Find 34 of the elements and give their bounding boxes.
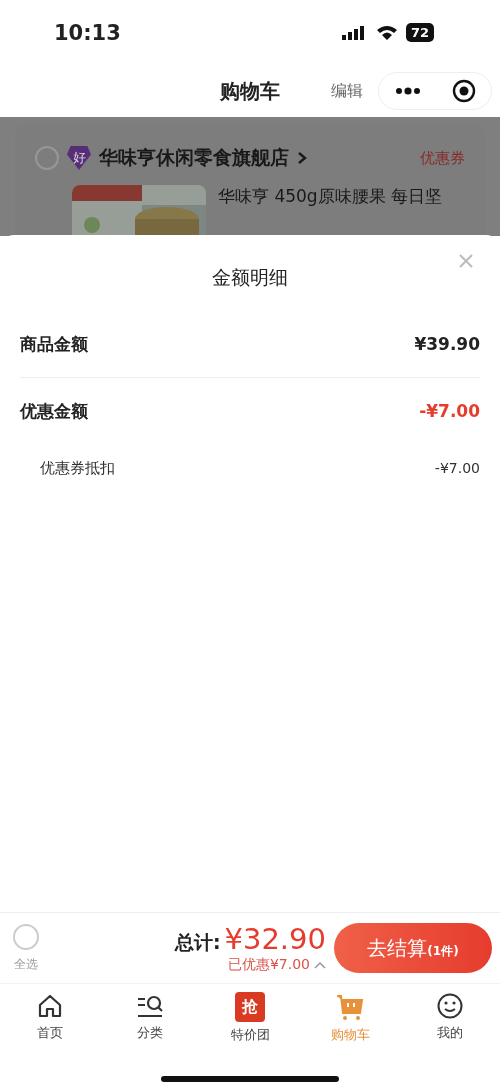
deal-badge: 抢 [235,992,265,1022]
chevron-icon[interactable] [297,151,307,165]
amount-value: -¥7.00 [434,460,480,476]
total-price: ¥32.90 [224,922,326,956]
tab-item[interactable]: 我的 [400,984,500,1059]
amount-label: 优惠券抵扣 [40,458,115,478]
store-name[interactable]: 华味亨休闲零食旗舰店 [99,145,289,171]
smiley-icon [436,992,464,1020]
status-time: 10:13 [54,20,121,45]
product-title: 华味亨 450g原味腰果 每日坚 [218,185,443,208]
store-checkbox[interactable] [35,146,59,170]
tab-item[interactable]: 购物车 [300,984,400,1059]
store-badge: 好 [67,146,91,170]
checkout-button[interactable]: 去结算(1件) [334,923,492,973]
page-title: 购物车 [220,77,280,105]
amount-value: -¥7.00 [419,401,480,421]
cart-icon [335,992,365,1022]
caret-icon [314,961,326,969]
wifi-icon [375,24,398,41]
total-label: 总计: [174,930,221,955]
tab-item[interactable]: 抢 特价团 [200,984,300,1059]
tab-item[interactable]: 首页 [0,984,100,1059]
discount-toggle[interactable]: 已优惠¥7.00 [227,956,326,974]
more-icon[interactable] [394,87,421,95]
home-icon [36,992,64,1020]
sheet-title: 金额明细 [212,265,288,290]
amount-value: ¥39.90 [414,334,480,354]
amount-label: 商品金额 [20,332,88,356]
tab-item[interactable]: 分类 [100,984,200,1059]
coupon-link[interactable]: 优惠券 [420,148,465,168]
edit-button[interactable]: 编辑 [331,80,363,102]
amount-label: 优惠金额 [20,399,88,423]
battery-icon: 72 [405,23,434,42]
close-target-icon[interactable] [451,79,476,103]
